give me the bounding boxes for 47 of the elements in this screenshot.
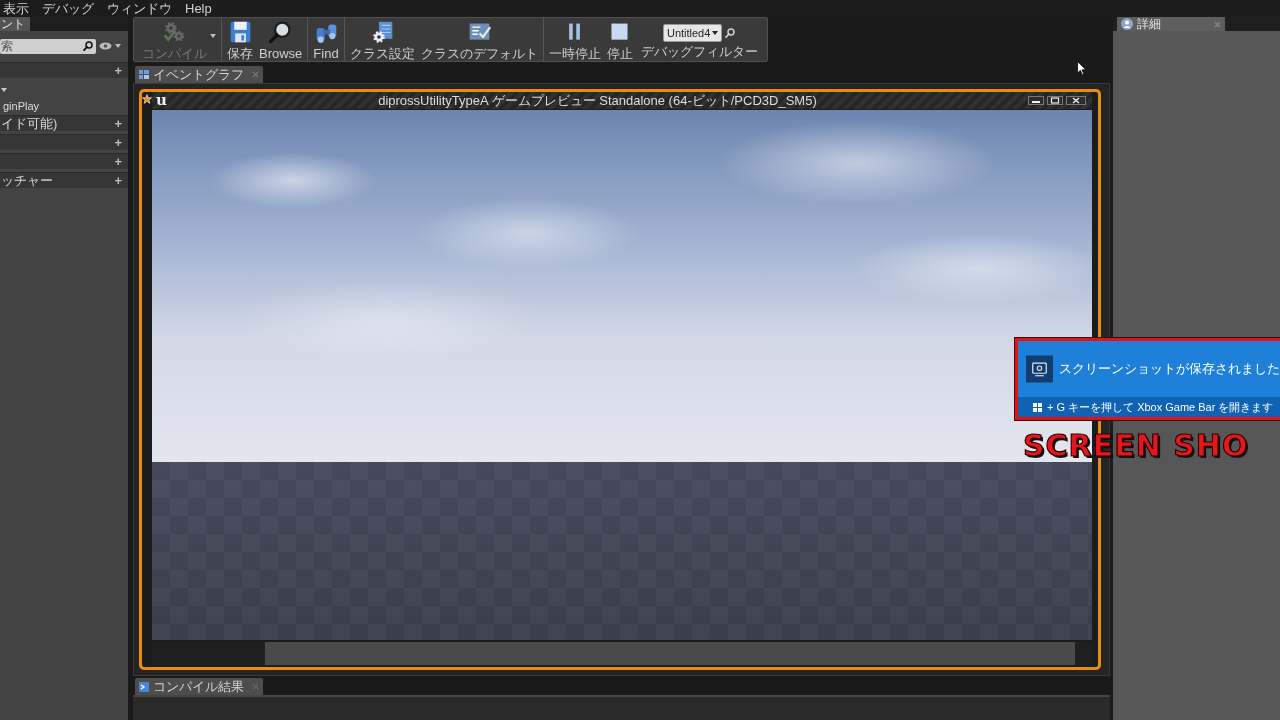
caret-icon[interactable] [1, 86, 7, 93]
app-logo: u [156, 93, 167, 108]
class-defaults-button[interactable]: クラスのデフォルト [417, 20, 541, 61]
toast-hint: + G キーを押して Xbox Game Bar を開きます [1047, 399, 1274, 415]
find-button[interactable]: Find [310, 20, 342, 61]
mouse-pointer-icon [1077, 61, 1087, 76]
menu-item[interactable]: デバッグ [42, 0, 94, 17]
section-title[interactable]: ッチャー [0, 173, 53, 188]
maximize-icon[interactable] [1047, 96, 1063, 105]
grid-icon [139, 70, 149, 79]
add-button[interactable]: + [113, 135, 123, 150]
graph-tab[interactable]: イベントグラフ [135, 66, 263, 83]
browse-button[interactable]: Browse [256, 20, 306, 61]
menu-item[interactable]: 表示 [3, 0, 29, 17]
save-button[interactable]: 保存 [224, 20, 256, 61]
class-settings-button[interactable]: クラス設定 [346, 20, 418, 61]
screenshot-icon [1026, 354, 1053, 384]
window-title: diprossUtilityTypeA ゲームプレビュー Standalone (64-ビット/PCD3D_SM5) [377, 93, 818, 108]
star-icon [142, 94, 152, 104]
terminal-icon [139, 681, 149, 692]
search-icon[interactable] [83, 41, 93, 51]
close-icon[interactable] [1066, 96, 1086, 105]
search-icon[interactable] [725, 28, 736, 38]
stop-button[interactable]: 停止 [603, 20, 636, 61]
person-icon [1121, 18, 1133, 30]
notification-toast[interactable]: スクリーンショットが保存されました + G キーを押して Xbox Game Bar を開きます [1015, 338, 1280, 420]
eye-icon[interactable] [99, 41, 112, 50]
add-button[interactable]: + [113, 173, 123, 188]
tree-item[interactable]: ginPlay [3, 98, 40, 115]
minimize-icon[interactable] [1028, 96, 1044, 105]
details-tab[interactable]: 詳細 [1117, 17, 1225, 31]
toast-message: スクリーンショットが保存されました [1059, 360, 1280, 379]
debug-filter-label: デバッグフィルター [640, 44, 758, 59]
pause-button[interactable]: 一時停止 [545, 20, 604, 61]
results-tab[interactable]: コンパイル結果 [135, 678, 263, 695]
section-title[interactable]: イド可能) [0, 116, 58, 131]
add-button[interactable]: + [113, 63, 123, 78]
caret-icon[interactable] [712, 31, 719, 35]
caret-icon[interactable] [210, 33, 216, 38]
add-button[interactable]: + [113, 116, 123, 131]
menu-item[interactable]: Help [185, 0, 212, 17]
debug-filter-dropdown[interactable]: Untitled4 [662, 24, 723, 42]
panel-tab[interactable]: ント [0, 17, 30, 31]
search-field[interactable]: 索 [0, 38, 96, 54]
add-button[interactable]: + [113, 154, 123, 169]
windows-logo-icon [1033, 402, 1042, 412]
menu-item[interactable]: ウィンドウ [107, 0, 172, 17]
